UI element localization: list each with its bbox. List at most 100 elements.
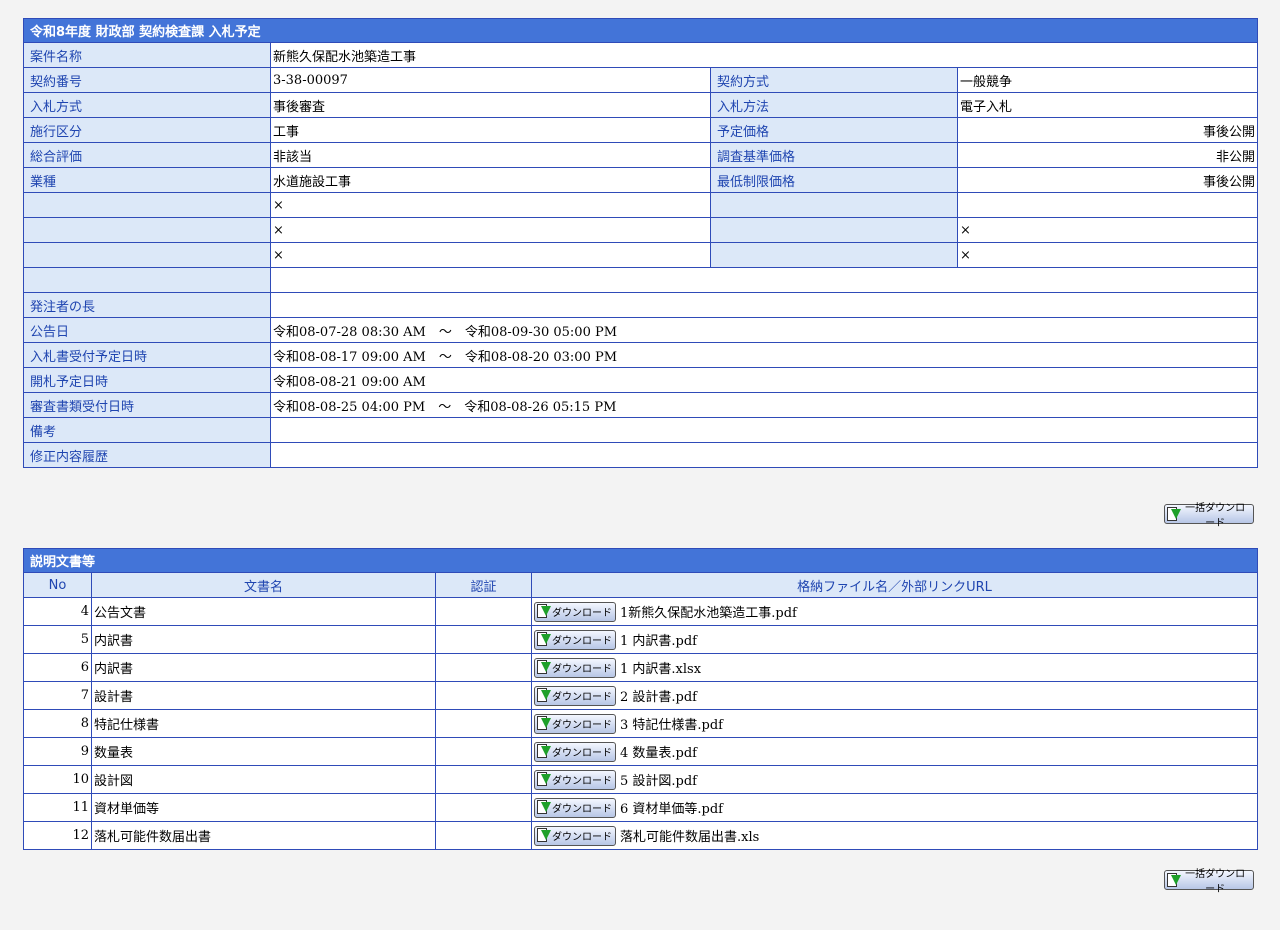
orderer-value <box>270 292 1258 318</box>
documents-title: 説明文書等 <box>22 548 1259 573</box>
doc-file-cell: ダウンロード 1 内訳書.xlsx <box>530 653 1259 682</box>
bulk-download-label: 一括ダウンロード <box>1185 503 1246 529</box>
survey-price-label: 調査基準価格 <box>710 142 958 168</box>
download-button[interactable]: ダウンロード <box>534 741 616 762</box>
download-icon <box>537 632 551 647</box>
doc-name: 数量表 <box>91 737 436 766</box>
bid-accept-value: 令和08-08-17 09:00 AM ～ 令和08-08-20 03:00 P… <box>270 342 1258 368</box>
download-icon <box>537 828 551 843</box>
doc-cert <box>435 821 532 850</box>
doc-cert <box>435 765 532 794</box>
min-price-label: 最低制限価格 <box>710 167 958 193</box>
construction-class-value: 工事 <box>270 117 711 143</box>
download-button[interactable]: ダウンロード <box>534 685 616 706</box>
doc-file-name: 1新熊久保配水池築造工事.pdf <box>620 606 797 621</box>
doc-no: 7 <box>23 681 92 710</box>
bulk-download-button-bottom[interactable]: 一括ダウンロード <box>1164 869 1254 895</box>
col-name: 文書名 <box>91 572 436 598</box>
remarks-value <box>270 417 1258 443</box>
download-label: ダウンロード <box>552 664 612 675</box>
doc-cert <box>435 653 532 682</box>
table-row: 7 設計書 ダウンロード 2 設計書.pdf <box>23 681 1259 710</box>
download-icon <box>537 688 551 703</box>
overall-eval-value: 非該当 <box>270 142 711 168</box>
download-button[interactable]: ダウンロード <box>534 657 616 678</box>
doc-no: 4 <box>23 597 92 626</box>
x-mark: × <box>957 242 1258 268</box>
table-row: 12 落札可能件数届出書 ダウンロード 落札可能件数届出書.xls <box>23 821 1259 850</box>
bid-type-label: 入札方式 <box>23 92 271 118</box>
bid-method-value: 電子入札 <box>957 92 1258 118</box>
planned-price-value: 事後公開 <box>957 117 1258 143</box>
download-button[interactable]: ダウンロード <box>534 825 616 846</box>
doc-no: 11 <box>23 793 92 822</box>
overall-eval-label: 総合評価 <box>23 142 271 168</box>
doc-name: 内訳書 <box>91 625 436 654</box>
col-file: 格納ファイル名／外部リンクURL <box>530 572 1259 598</box>
revision-label: 修正内容履歴 <box>23 442 271 468</box>
review-docs-value: 令和08-08-25 04:00 PM ～ 令和08-08-26 05:15 P… <box>270 392 1258 418</box>
planned-price-label: 予定価格 <box>710 117 958 143</box>
doc-cert <box>435 793 532 822</box>
blank-label <box>710 242 958 268</box>
download-button[interactable]: ダウンロード <box>534 769 616 790</box>
download-label: ダウンロード <box>552 608 612 619</box>
doc-file-cell: ダウンロード 6 資材単価等.pdf <box>530 793 1259 822</box>
doc-name: 特記仕様書 <box>91 709 436 738</box>
blank-value <box>270 267 1258 293</box>
doc-no: 9 <box>23 737 92 766</box>
doc-file-name: 4 数量表.pdf <box>620 746 697 761</box>
x-mark: × <box>957 217 1258 243</box>
bulk-download-button[interactable]: 一括ダウンロード <box>1164 503 1254 529</box>
industry-value: 水道施設工事 <box>270 167 711 193</box>
doc-file-name: 落札可能件数届出書.xls <box>620 830 760 845</box>
doc-no: 6 <box>23 653 92 682</box>
doc-file-name: 5 設計図.pdf <box>620 774 697 789</box>
download-label: ダウンロード <box>552 804 612 815</box>
industry-label: 業種 <box>23 167 271 193</box>
doc-cert <box>435 681 532 710</box>
page-title: 令和8年度 財政部 契約検査課 入札予定 <box>23 18 1258 43</box>
doc-no: 12 <box>23 821 92 850</box>
doc-name: 落札可能件数届出書 <box>91 821 436 850</box>
table-row: 5 内訳書 ダウンロード 1 内訳書.pdf <box>23 625 1259 654</box>
download-icon <box>537 604 551 619</box>
doc-file-name: 1 内訳書.xlsx <box>620 662 702 677</box>
doc-cert <box>435 709 532 738</box>
min-price-value: 事後公開 <box>957 167 1258 193</box>
table-row: 8 特記仕様書 ダウンロード 3 特記仕様書.pdf <box>23 709 1259 738</box>
download-label: ダウンロード <box>552 720 612 731</box>
download-icon <box>1167 872 1181 888</box>
contract-no-label: 契約番号 <box>23 67 271 93</box>
download-label: ダウンロード <box>552 776 612 787</box>
bid-type-value: 事後審査 <box>270 92 711 118</box>
blank-label <box>23 242 271 268</box>
download-button[interactable]: ダウンロード <box>534 797 616 818</box>
download-button[interactable]: ダウンロード <box>534 601 616 622</box>
blank-label <box>710 192 958 218</box>
table-row: 11 資材単価等 ダウンロード 6 資材単価等.pdf <box>23 793 1259 822</box>
contract-no-value: 3-38-00097 <box>270 67 711 93</box>
doc-file-name: 3 特記仕様書.pdf <box>620 718 723 733</box>
col-no: No <box>23 572 92 598</box>
download-icon <box>537 744 551 759</box>
download-button[interactable]: ダウンロード <box>534 713 616 734</box>
blank-label <box>23 217 271 243</box>
review-docs-label: 審査書類受付日時 <box>23 392 271 418</box>
construction-class-label: 施行区分 <box>23 117 271 143</box>
blank-label <box>23 192 271 218</box>
doc-file-name: 6 資材単価等.pdf <box>620 802 723 817</box>
download-button[interactable]: ダウンロード <box>534 629 616 650</box>
doc-name: 内訳書 <box>91 653 436 682</box>
download-icon <box>1167 506 1181 522</box>
notice-date-value: 令和08-07-28 08:30 AM ～ 令和08-09-30 05:00 P… <box>270 317 1258 343</box>
doc-file-cell: ダウンロード 1 内訳書.pdf <box>530 625 1259 654</box>
doc-file-cell: ダウンロード 落札可能件数届出書.xls <box>530 821 1259 850</box>
doc-name: 設計書 <box>91 681 436 710</box>
doc-no: 8 <box>23 709 92 738</box>
doc-file-name: 1 内訳書.pdf <box>620 634 697 649</box>
remarks-label: 備考 <box>23 417 271 443</box>
bulk-download-label: 一括ダウンロード <box>1185 869 1246 895</box>
x-mark: × <box>270 242 711 268</box>
doc-file-cell: ダウンロード 2 設計書.pdf <box>530 681 1259 710</box>
